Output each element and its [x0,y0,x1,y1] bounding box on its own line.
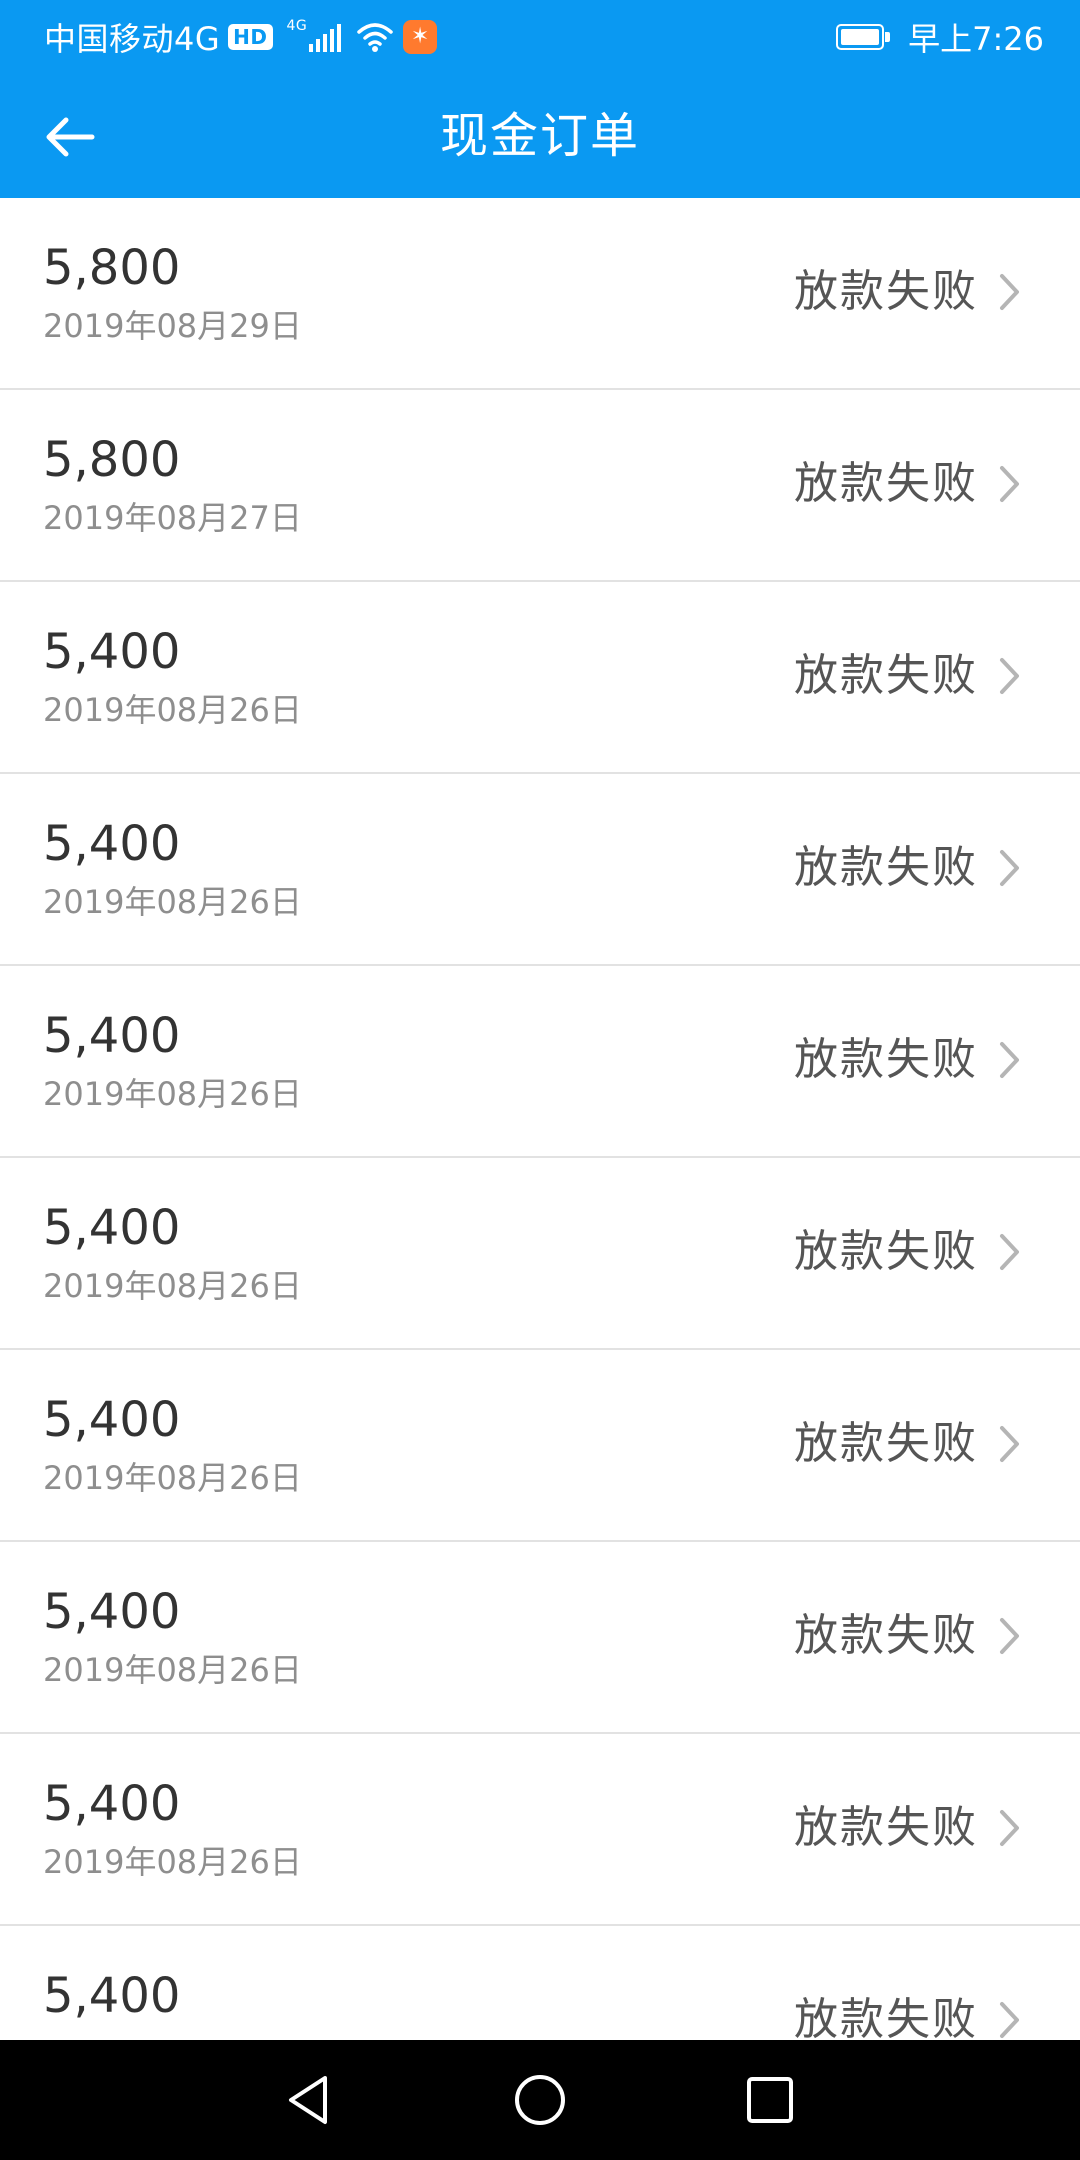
order-row[interactable]: 5,400 2019年08月26日 放款失败 [0,1542,1080,1734]
order-amount: 5,400 [43,624,181,680]
chevron-right-icon [1000,2002,1019,2038]
order-amount: 5,400 [43,1968,181,2024]
nav-home-button[interactable] [510,2070,570,2130]
chevron-right-icon [1000,1618,1019,1654]
chevron-right-icon [1000,850,1019,886]
carrier-label: 中国移动4G [44,20,221,58]
order-date: 2019年08月27日 [43,499,302,537]
network-type-label: 4G [286,18,308,34]
order-amount: 5,400 [43,1200,181,1256]
order-status: 放款失败 [794,266,978,317]
home-circle-icon [515,2075,565,2125]
clock-label: 早上7:26 [908,20,1044,58]
order-amount: 5,400 [43,1584,181,1640]
hd-badge: HD [228,24,273,50]
order-status: 放款失败 [794,1034,978,1085]
order-date: 2019年08月29日 [43,307,302,345]
nav-recents-button[interactable] [740,2070,800,2130]
order-date: 2019年08月26日 [43,883,302,921]
status-right: 早上7:26 [836,0,1044,74]
wifi-icon [357,23,394,52]
order-date: 2019年08月26日 [43,1843,302,1881]
order-amount: 5,800 [43,432,181,488]
order-list[interactable]: 5,800 2019年08月29日 放款失败 5,800 2019年08月27日… [0,198,1080,2040]
order-amount: 5,400 [43,1392,181,1448]
order-row[interactable]: 5,400 2019年08月26日 放款失败 [0,966,1080,1158]
uc-browser-icon: ✶ [403,20,438,54]
order-row[interactable]: 5,400 放款失败 [0,1926,1080,2040]
status-left: 中国移动4G HD 4G ✶ [44,0,438,74]
order-date: 2019年08月26日 [43,1267,302,1305]
order-row[interactable]: 5,400 2019年08月26日 放款失败 [0,1734,1080,1926]
order-date: 2019年08月26日 [43,1459,302,1497]
order-amount: 5,800 [43,240,181,296]
order-status: 放款失败 [794,1226,978,1277]
order-amount: 5,400 [43,1008,181,1064]
signal-icon [309,22,342,52]
chevron-right-icon [1000,1042,1019,1078]
chevron-right-icon [1000,1810,1019,1846]
recents-square-icon [747,2077,793,2123]
chevron-right-icon [1000,466,1019,502]
order-status: 放款失败 [794,650,978,701]
chevron-right-icon [1000,1426,1019,1462]
page-title: 现金订单 [439,108,640,164]
order-row[interactable]: 5,800 2019年08月27日 放款失败 [0,390,1080,582]
battery-icon [836,24,891,50]
order-amount: 5,400 [43,1776,181,1832]
order-status: 放款失败 [794,842,978,893]
order-row[interactable]: 5,800 2019年08月29日 放款失败 [0,198,1080,390]
chevron-right-icon [1000,274,1019,310]
order-date: 2019年08月26日 [43,691,302,729]
order-date: 2019年08月26日 [43,1075,302,1113]
order-status: 放款失败 [794,1802,978,1853]
order-row[interactable]: 5,400 2019年08月26日 放款失败 [0,1350,1080,1542]
status-bar: 中国移动4G HD 4G ✶ 早上7:26 [0,0,1080,74]
nav-back-button[interactable] [278,2070,338,2130]
order-row[interactable]: 5,400 2019年08月26日 放款失败 [0,774,1080,966]
order-row[interactable]: 5,400 2019年08月26日 放款失败 [0,582,1080,774]
chevron-right-icon [1000,1234,1019,1270]
order-date: 2019年08月26日 [43,1651,302,1689]
order-row[interactable]: 5,400 2019年08月26日 放款失败 [0,1158,1080,1350]
order-amount: 5,400 [43,816,181,872]
app-bar: 现金订单 [0,74,1080,198]
order-status: 放款失败 [794,1610,978,1661]
back-triangle-icon [289,2076,327,2124]
order-status: 放款失败 [794,1418,978,1469]
system-nav-bar [0,2040,1080,2160]
chevron-right-icon [1000,658,1019,694]
order-status: 放款失败 [794,1994,978,2040]
order-status: 放款失败 [794,458,978,509]
